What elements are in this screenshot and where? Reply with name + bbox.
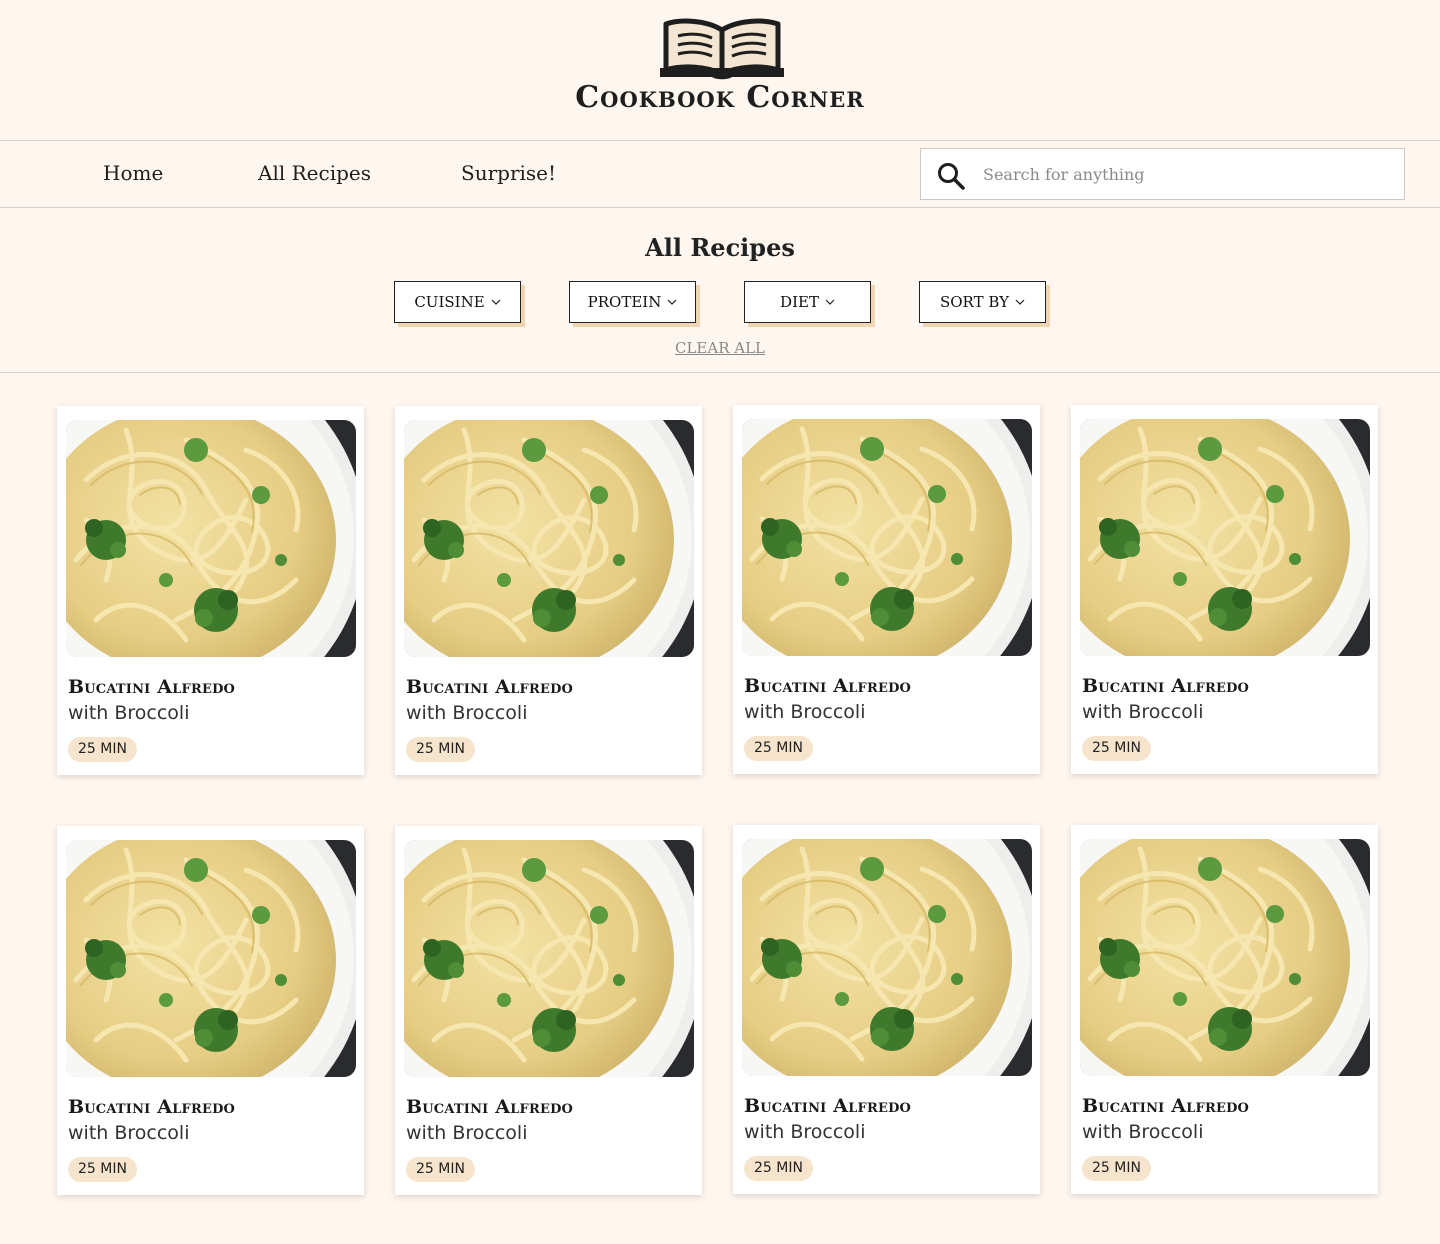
sort-by-button[interactable]: SORT BY [919, 281, 1046, 323]
recipe-image [66, 840, 356, 1077]
nav-all-recipes[interactable]: All Recipes [258, 161, 371, 185]
recipe-image [404, 840, 694, 1077]
nav-home[interactable]: Home [103, 161, 163, 185]
search-icon[interactable] [936, 161, 966, 191]
recipe-card[interactable]: Bucatini Alfredo with Broccoli 25 MIN [1071, 825, 1378, 1194]
cook-time-badge: 25 MIN [68, 1157, 137, 1182]
recipe-card[interactable]: Bucatini Alfredo with Broccoli 25 MIN [57, 406, 364, 775]
recipe-card[interactable]: Bucatini Alfredo with Broccoli 25 MIN [57, 826, 364, 1195]
recipe-image [1080, 419, 1370, 656]
recipe-card[interactable]: Bucatini Alfredo with Broccoli 25 MIN [733, 825, 1040, 1194]
cook-time-badge: 25 MIN [68, 737, 137, 762]
recipe-title: Bucatini Alfredo [744, 675, 912, 697]
cook-time-badge: 25 MIN [1082, 736, 1151, 761]
cook-time-badge: 25 MIN [406, 737, 475, 762]
recipe-title: Bucatini Alfredo [406, 676, 574, 698]
recipe-image [742, 419, 1032, 656]
recipe-title: Bucatini Alfredo [1082, 675, 1250, 697]
recipe-card[interactable]: Bucatini Alfredo with Broccoli 25 MIN [733, 405, 1040, 774]
recipe-card[interactable]: Bucatini Alfredo with Broccoli 25 MIN [395, 826, 702, 1195]
chevron-down-icon [491, 299, 501, 305]
recipe-subtitle: with Broccoli [406, 702, 528, 724]
cook-time-badge: 25 MIN [744, 736, 813, 761]
filter-label: CUISINE [414, 293, 485, 311]
search-input[interactable] [983, 157, 1383, 191]
recipe-card[interactable]: Bucatini Alfredo with Broccoli 25 MIN [395, 406, 702, 775]
recipe-subtitle: with Broccoli [744, 1121, 866, 1143]
recipe-subtitle: with Broccoli [1082, 1121, 1204, 1143]
recipe-subtitle: with Broccoli [68, 1122, 190, 1144]
filter-label: PROTEIN [587, 293, 662, 311]
cook-time-badge: 25 MIN [406, 1157, 475, 1182]
cook-time-badge: 25 MIN [744, 1156, 813, 1181]
recipe-subtitle: with Broccoli [744, 701, 866, 723]
filter-label: DIET [780, 293, 819, 311]
recipe-title: Bucatini Alfredo [68, 676, 236, 698]
recipe-title: Bucatini Alfredo [68, 1096, 236, 1118]
search-box[interactable] [920, 148, 1405, 200]
site-logo-text[interactable]: Cookbook Corner [0, 80, 1440, 115]
recipe-subtitle: with Broccoli [1082, 701, 1204, 723]
cook-time-badge: 25 MIN [1082, 1156, 1151, 1181]
main-nav: Home All Recipes Surprise! [0, 141, 1440, 208]
filter-section: All Recipes CUISINE PROTEIN DIET SORT BY… [0, 208, 1440, 373]
recipe-subtitle: with Broccoli [406, 1122, 528, 1144]
recipe-image [66, 420, 356, 657]
recipe-title: Bucatini Alfredo [1082, 1095, 1250, 1117]
chevron-down-icon [825, 299, 835, 305]
nav-surprise[interactable]: Surprise! [461, 161, 556, 185]
chevron-down-icon [667, 299, 677, 305]
chevron-down-icon [1015, 299, 1025, 305]
diet-filter-button[interactable]: DIET [744, 281, 871, 323]
clear-all-link[interactable]: CLEAR ALL [0, 339, 1440, 357]
site-header: Cookbook Corner [0, 0, 1440, 141]
recipe-subtitle: with Broccoli [68, 702, 190, 724]
cuisine-filter-button[interactable]: CUISINE [394, 281, 521, 323]
recipe-image [742, 839, 1032, 1076]
recipe-image [404, 420, 694, 657]
recipe-image [1080, 839, 1370, 1076]
page-title: All Recipes [645, 233, 795, 262]
filter-label: SORT BY [939, 293, 1010, 311]
recipe-title: Bucatini Alfredo [406, 1096, 574, 1118]
protein-filter-button[interactable]: PROTEIN [569, 281, 696, 323]
open-book-icon[interactable] [658, 16, 786, 82]
recipe-title: Bucatini Alfredo [744, 1095, 912, 1117]
recipe-card[interactable]: Bucatini Alfredo with Broccoli 25 MIN [1071, 405, 1378, 774]
